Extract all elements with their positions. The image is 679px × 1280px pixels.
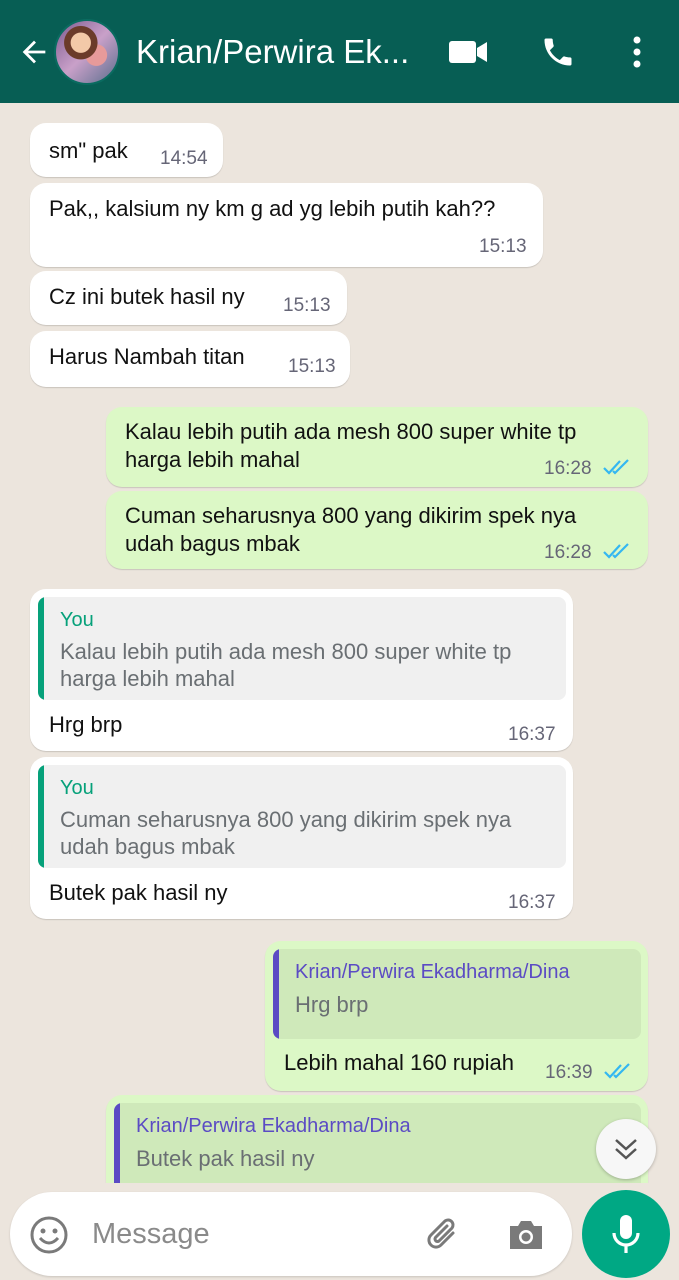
message-time: 16:39 — [545, 1062, 593, 1083]
message-composer[interactable]: Message — [10, 1192, 572, 1276]
back-button[interactable] — [12, 30, 56, 74]
message-time: 14:54 — [160, 148, 208, 169]
message-time: 16:28 — [544, 458, 592, 479]
phone-icon — [544, 38, 572, 66]
quote-bar — [38, 765, 44, 868]
message-line: Kalau lebih putih ada mesh 800 super whi… — [125, 419, 577, 444]
quoted-message[interactable]: Krian/Perwira Ekadharma/Dina Hrg brp — [273, 949, 641, 1039]
message-list[interactable]: sm" pak 14:54 Pak,, kalsium ny km g ad y… — [0, 103, 679, 1183]
mic-icon — [612, 1215, 640, 1253]
message-bubble[interactable]: sm" pak 14:54 — [30, 123, 223, 177]
quote-line: Kalau lebih putih ada mesh 800 super whi… — [60, 639, 512, 664]
message-text: Harus Nambah titan — [49, 344, 245, 369]
quote-sender: You — [60, 609, 94, 631]
quote-line: udah bagus mbak — [60, 834, 235, 859]
quote-text: Kalau lebih putih ada mesh 800 super whi… — [60, 638, 511, 692]
message-line: Cuman seharusnya 800 yang dikirim spek n… — [125, 503, 577, 528]
attach-icon — [427, 1218, 455, 1249]
quoted-message[interactable]: You Kalau lebih putih ada mesh 800 super… — [38, 597, 566, 700]
quote-sender: Krian/Perwira Ekadharma/Dina — [136, 1115, 411, 1137]
message-bubble[interactable]: You Cuman seharusnya 800 yang dikirim sp… — [30, 757, 573, 919]
message-bubble[interactable]: You Kalau lebih putih ada mesh 800 super… — [30, 589, 573, 751]
message-input[interactable]: Message — [92, 1218, 210, 1251]
message-time: 15:13 — [288, 356, 336, 377]
read-ticks-icon — [603, 543, 629, 559]
voice-call-button[interactable] — [536, 30, 580, 74]
emoji-icon — [30, 1216, 68, 1254]
camera-button[interactable] — [504, 1213, 548, 1257]
quote-bar — [38, 597, 44, 700]
message-text: Lebih mahal 160 rupiah — [284, 1050, 514, 1075]
message-bubble[interactable]: Krian/Perwira Ekadharma/Dina Hrg brp Leb… — [265, 941, 648, 1091]
message-text: Hrg brp — [49, 712, 123, 737]
voice-record-button[interactable] — [582, 1190, 670, 1278]
message-bubble[interactable]: Cuman seharusnya 800 yang dikirim spek n… — [106, 491, 648, 569]
quote-bar — [114, 1103, 120, 1183]
chat-title[interactable]: Krian/Perwira Ek... — [136, 33, 426, 71]
avatar[interactable] — [54, 18, 120, 85]
message-text: Kalau lebih putih ada mesh 800 super whi… — [125, 418, 576, 474]
scroll-to-bottom-button[interactable] — [596, 1119, 656, 1179]
quote-sender: Krian/Perwira Ekadharma/Dina — [295, 961, 570, 983]
message-bubble[interactable]: Harus Nambah titan 15:13 — [30, 331, 350, 387]
camera-icon — [510, 1221, 542, 1249]
quoted-message[interactable]: Krian/Perwira Ekadharma/Dina Butek pak h… — [114, 1103, 641, 1183]
video-call-icon — [449, 41, 487, 63]
quote-text: Butek pak hasil ny — [136, 1146, 315, 1171]
message-text: Butek pak hasil ny — [49, 880, 228, 905]
quote-text: Hrg brp — [295, 992, 369, 1017]
message-time: 15:13 — [283, 295, 331, 316]
message-line: harga lebih mahal — [125, 447, 300, 472]
attach-button[interactable] — [421, 1213, 465, 1257]
more-options-button[interactable] — [615, 30, 659, 74]
chevron-double-down-icon — [615, 1139, 637, 1160]
read-ticks-icon — [604, 1063, 630, 1079]
message-line: udah bagus mbak — [125, 531, 300, 556]
message-time: 15:13 — [479, 236, 527, 257]
emoji-button[interactable] — [27, 1213, 71, 1257]
quote-line: Cuman seharusnya 800 yang dikirim spek n… — [60, 807, 512, 832]
back-arrow-icon — [22, 40, 46, 63]
message-bubble[interactable]: Pak,, kalsium ny km g ad yg lebih putih … — [30, 183, 543, 267]
message-bubble[interactable]: Krian/Perwira Ekadharma/Dina Butek pak h… — [106, 1095, 648, 1183]
message-bubble[interactable]: Cz ini butek hasil ny 15:13 — [30, 271, 347, 325]
read-ticks-icon — [603, 459, 629, 475]
quote-sender: You — [60, 777, 94, 799]
message-time: 16:37 — [508, 724, 556, 745]
message-time: 16:37 — [508, 892, 556, 913]
quote-line: harga lebih mahal — [60, 666, 235, 691]
message-bubble[interactable]: Kalau lebih putih ada mesh 800 super whi… — [106, 407, 648, 487]
message-text: Cz ini butek hasil ny — [49, 284, 245, 309]
message-time: 16:28 — [544, 542, 592, 563]
quote-bar — [273, 949, 279, 1039]
chat-header: Krian/Perwira Ek... — [0, 0, 679, 103]
quote-text: Cuman seharusnya 800 yang dikirim spek n… — [60, 806, 511, 860]
quoted-message[interactable]: You Cuman seharusnya 800 yang dikirim sp… — [38, 765, 566, 868]
more-vert-icon — [633, 36, 641, 68]
video-call-button[interactable] — [446, 30, 490, 74]
message-text: sm" pak — [49, 138, 128, 163]
message-text: Pak,, kalsium ny km g ad yg lebih putih … — [49, 196, 496, 221]
message-text: Cuman seharusnya 800 yang dikirim spek n… — [125, 502, 576, 558]
